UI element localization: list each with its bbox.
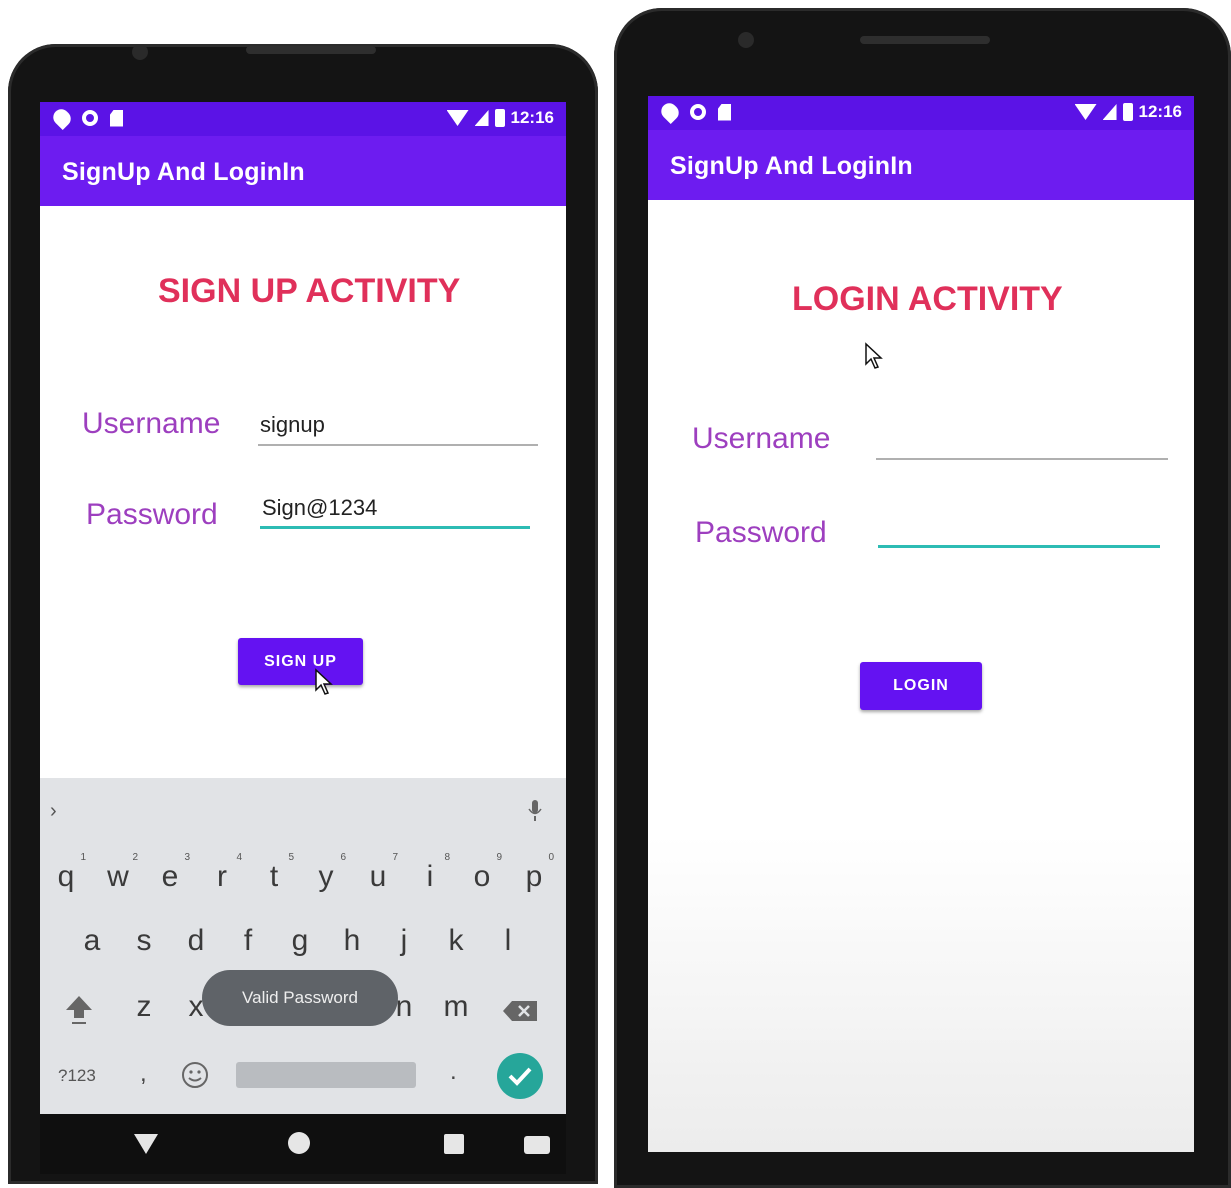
recent-apps-icon[interactable]	[444, 1134, 464, 1154]
microphone-icon[interactable]	[528, 800, 542, 822]
password-label: Password	[695, 516, 827, 549]
password-field[interactable]: Sign@1234	[260, 495, 530, 529]
key-a[interactable]: a	[72, 924, 112, 958]
key-u[interactable]: u7	[358, 852, 398, 894]
location-icon	[657, 99, 683, 125]
login-heading: LOGIN ACTIVITY	[792, 280, 1063, 318]
key-s[interactable]: s	[124, 924, 164, 958]
password-field[interactable]	[878, 512, 1160, 548]
username-label: Username	[82, 407, 221, 440]
key-f[interactable]: f	[228, 924, 268, 958]
key-m[interactable]: m	[436, 990, 476, 1024]
status-time: 12:16	[1138, 102, 1182, 121]
status-bar: 12:16	[648, 96, 1194, 130]
emoji-icon[interactable]	[180, 1060, 210, 1090]
wifi-icon	[1074, 104, 1097, 120]
sd-card-icon	[110, 109, 123, 127]
signal-icon	[1102, 104, 1117, 120]
comma-key[interactable]: ,	[140, 1060, 147, 1088]
period-key[interactable]: .	[450, 1058, 457, 1086]
key-e[interactable]: e3	[150, 852, 190, 894]
back-icon[interactable]	[134, 1134, 158, 1154]
symbols-key[interactable]: ?123	[58, 1066, 96, 1086]
keyboard-row-4: ?123 , .	[40, 1052, 566, 1100]
front-camera	[738, 32, 754, 48]
key-p[interactable]: p0	[514, 852, 554, 894]
key-q[interactable]: q1	[46, 852, 86, 894]
signup-phone-frame: 12:16 SignUp And LoginIn SIGN UP ACTIVIT…	[8, 44, 598, 1184]
signup-heading: SIGN UP ACTIVITY	[158, 272, 461, 310]
key-l[interactable]: l	[488, 924, 528, 958]
mouse-cursor-icon	[315, 668, 333, 695]
status-bar: 12:16	[40, 102, 566, 136]
status-time: 12:16	[510, 108, 554, 127]
username-field[interactable]	[876, 424, 1168, 460]
key-r[interactable]: r4	[202, 852, 242, 894]
key-d[interactable]: d	[176, 924, 216, 958]
keyboard-row-1: q1 w2 e3 r4 t5 y6 u7 i8 o9 p0	[40, 852, 566, 900]
key-g[interactable]: g	[280, 924, 320, 958]
signal-icon	[474, 110, 489, 126]
key-i[interactable]: i8	[410, 852, 450, 894]
key-j[interactable]: j	[384, 924, 424, 958]
app-title: SignUp And LoginIn	[670, 152, 913, 180]
valid-password-toast: Valid Password	[202, 970, 398, 1026]
username-field[interactable]: signup	[258, 412, 538, 446]
home-icon[interactable]	[288, 1132, 310, 1154]
app-toolbar: SignUp And LoginIn	[648, 130, 1194, 200]
signup-screen: 12:16 SignUp And LoginIn SIGN UP ACTIVIT…	[40, 102, 566, 1114]
earpiece-speaker	[860, 36, 990, 44]
key-k[interactable]: k	[436, 924, 476, 958]
username-label: Username	[692, 422, 831, 455]
login-phone-frame: 12:16 SignUp And LoginIn LOGIN ACTIVITY …	[614, 8, 1231, 1188]
shift-icon[interactable]	[64, 994, 94, 1026]
sync-icon	[82, 110, 98, 126]
backspace-icon[interactable]	[502, 1000, 538, 1022]
keyboard-row-2: a s d f g h j k l	[40, 924, 566, 964]
front-camera	[132, 44, 148, 60]
app-title: SignUp And LoginIn	[62, 158, 305, 186]
key-h[interactable]: h	[332, 924, 372, 958]
login-screen: 12:16 SignUp And LoginIn LOGIN ACTIVITY …	[648, 96, 1194, 1152]
keyboard-expand-icon[interactable]: ›	[50, 800, 57, 823]
navigation-bar	[40, 1114, 566, 1174]
space-bar[interactable]	[236, 1062, 416, 1088]
key-z[interactable]: z	[124, 990, 164, 1024]
app-toolbar: SignUp And LoginIn	[40, 136, 566, 206]
key-o[interactable]: o9	[462, 852, 502, 894]
mouse-cursor-icon	[865, 342, 883, 369]
password-label: Password	[86, 498, 218, 531]
battery-icon	[494, 109, 505, 127]
key-w[interactable]: w2	[98, 852, 138, 894]
sd-card-icon	[718, 103, 731, 121]
soft-keyboard: › q1 w2 e3 r4 t5 y6 u7 i8 o9 p0 a s d f …	[40, 778, 566, 1114]
key-t[interactable]: t5	[254, 852, 294, 894]
earpiece-speaker	[246, 46, 376, 54]
signup-button[interactable]: SIGN UP	[238, 638, 363, 685]
key-y[interactable]: y6	[306, 852, 347, 894]
wifi-icon	[446, 110, 469, 126]
keyboard-switch-icon[interactable]	[524, 1136, 550, 1154]
battery-icon	[1122, 103, 1133, 121]
location-icon	[49, 105, 75, 131]
sync-icon	[690, 104, 706, 120]
login-button[interactable]: LOGIN	[860, 662, 982, 710]
done-check-icon[interactable]	[496, 1052, 544, 1100]
